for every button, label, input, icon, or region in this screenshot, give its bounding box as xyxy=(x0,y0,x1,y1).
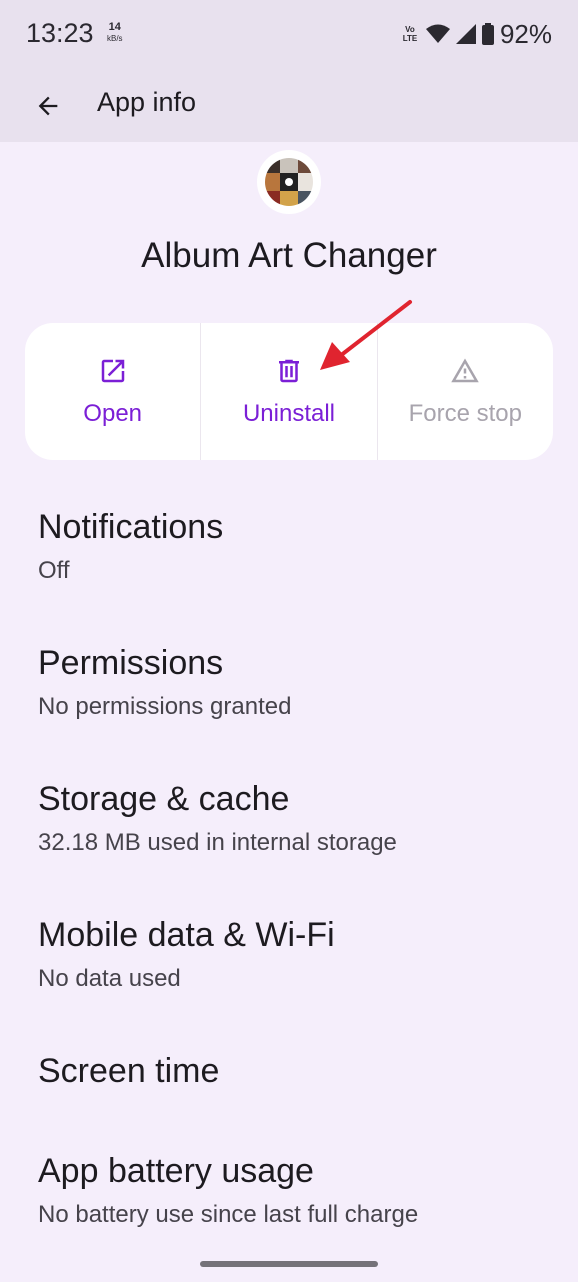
open-label: Open xyxy=(83,399,143,427)
app-bar: App info xyxy=(0,70,578,142)
screen-time-item[interactable]: Screen time xyxy=(38,1052,219,1091)
permissions-summary: No permissions granted xyxy=(38,693,292,720)
storage-summary: 32.18 MB used in internal storage xyxy=(38,829,397,856)
volte-label-bottom: LTE xyxy=(402,34,418,43)
notifications-item[interactable]: Notifications Off xyxy=(38,508,223,585)
app-icon xyxy=(257,150,321,214)
volte-indicator: Vo LTE xyxy=(400,25,420,43)
network-speed-unit: kB/s xyxy=(107,34,123,43)
warning-icon xyxy=(451,358,480,382)
uninstall-label: Uninstall xyxy=(242,399,336,427)
mobile-data-title: Mobile data & Wi-Fi xyxy=(38,916,335,954)
battery-icon xyxy=(481,23,494,45)
permissions-item[interactable]: Permissions No permissions granted xyxy=(38,644,291,721)
storage-title: Storage & cache xyxy=(38,780,290,818)
album-collage-icon xyxy=(265,158,313,206)
force-stop-label: Force stop xyxy=(408,399,523,427)
battery-percentage: 92% xyxy=(499,18,552,49)
mobile-data-item[interactable]: Mobile data & Wi-Fi No data used xyxy=(38,916,335,993)
app-name: Album Art Changer xyxy=(141,236,437,275)
mobile-data-summary: No data used xyxy=(38,965,181,992)
trash-icon xyxy=(278,359,299,382)
battery-usage-item[interactable]: App battery usage No battery use since l… xyxy=(38,1152,418,1229)
network-speed: 14 kB/s xyxy=(107,22,123,44)
battery-usage-summary: No battery use since last full charge xyxy=(38,1201,419,1228)
status-time: 13:23 xyxy=(26,18,94,48)
wifi-icon xyxy=(425,24,450,43)
storage-item[interactable]: Storage & cache 32.18 MB used in interna… xyxy=(38,780,397,857)
page-title: App info xyxy=(97,87,197,117)
app-actions: Open Uninstall Force stop xyxy=(25,323,553,460)
volte-label-top: Vo xyxy=(405,25,415,34)
cell-signal-icon xyxy=(455,24,476,44)
back-button[interactable] xyxy=(26,84,70,128)
annotation-arrow xyxy=(320,300,412,370)
status-bar: 13:23 14 kB/s Vo LTE 92% xyxy=(0,0,578,70)
battery-usage-title: App battery usage xyxy=(38,1152,314,1190)
open-button[interactable]: Open xyxy=(25,323,200,460)
network-speed-value: 14 xyxy=(108,21,121,33)
status-icons: Vo LTE 92% xyxy=(400,18,552,50)
screen-time-title: Screen time xyxy=(38,1052,220,1090)
arrow-back-icon xyxy=(38,96,58,116)
permissions-title: Permissions xyxy=(38,644,224,682)
notifications-title: Notifications xyxy=(38,508,224,546)
open-external-icon xyxy=(101,359,124,382)
notifications-summary: Off xyxy=(38,557,70,584)
gesture-navigation-bar[interactable] xyxy=(200,1261,378,1267)
